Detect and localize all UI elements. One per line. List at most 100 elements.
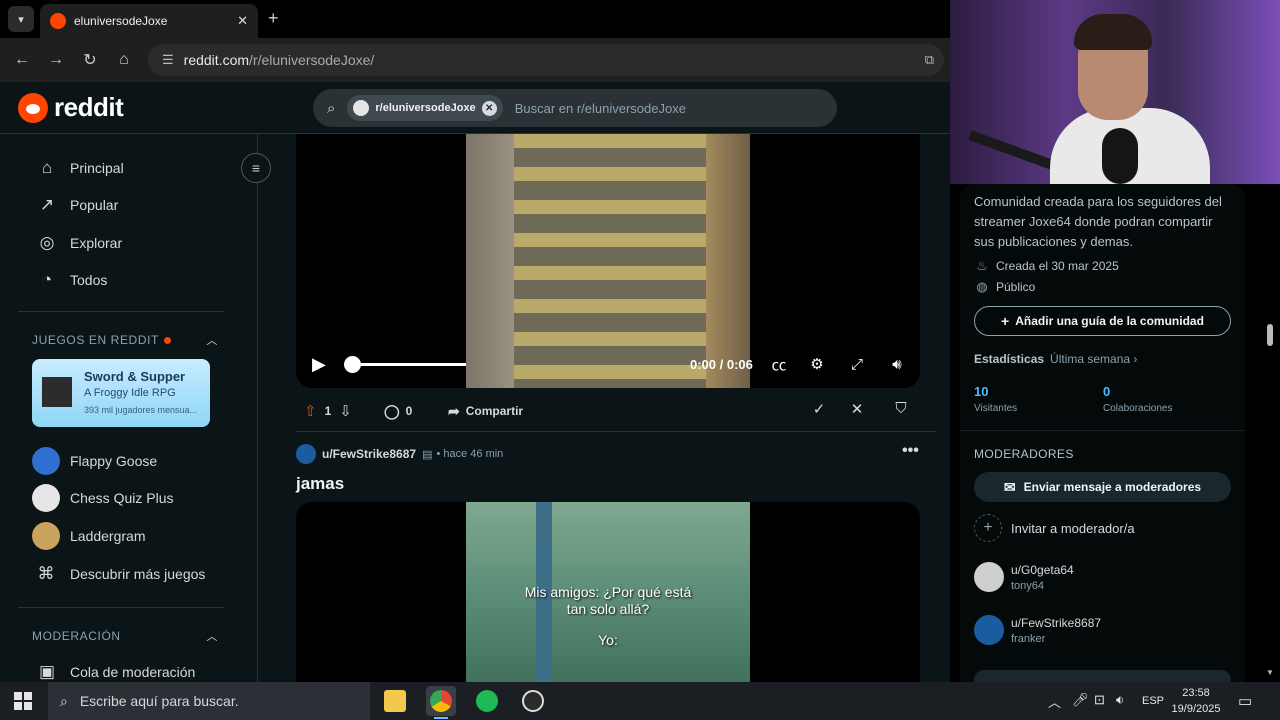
remove-x-icon[interactable]: ✕ <box>846 400 868 418</box>
notifications-icon[interactable]: ▭ <box>1238 692 1252 710</box>
featured-game-card[interactable]: Sword & Supper A Froggy Idle RPG 393 mil… <box>32 359 210 427</box>
settings-gear-icon[interactable]: ⚙ <box>806 355 828 373</box>
search-input[interactable]: Buscar en r/eluniversodeJoxe <box>515 101 686 116</box>
video-controls: ▶ 0:00 / 0:06 ㏄ ⚙ ⤢ 🔊︎ <box>296 346 920 382</box>
stat-visitors: 10 Visitantes <box>974 384 1018 414</box>
play-icon[interactable]: ▶ <box>312 354 326 375</box>
game-item-laddergram[interactable]: Laddergram <box>32 520 146 552</box>
video-progress-track[interactable] <box>346 363 466 366</box>
address-bar[interactable]: ☰ reddit.com/r/eluniversodeJoxe/ ⧉ <box>148 44 944 76</box>
moderator-item[interactable]: u/FewStrike8687 franker <box>974 613 1101 647</box>
explore-icon: ◎ <box>39 233 55 252</box>
upvote-icon[interactable]: ⇧ <box>304 402 317 420</box>
captions-icon[interactable]: ㏄ <box>768 354 790 375</box>
subreddit-chip: r/eluniversodeJoxe ✕ <box>347 95 503 121</box>
sidebar-item-explorar[interactable]: ◎ Explorar <box>18 225 224 261</box>
invite-moderator[interactable]: + Invitar a moderador/a <box>974 514 1135 542</box>
page-scrollbar[interactable]: ▼ <box>1264 184 1276 682</box>
home-icon: ⌂ <box>41 158 53 177</box>
more-options-icon[interactable]: ••• <box>902 442 919 460</box>
reddit-logo[interactable]: reddit <box>18 92 124 123</box>
popular-icon: ↗ <box>39 195 55 214</box>
moderation-section-header[interactable]: MODERACIÓN ︿ <box>32 629 217 643</box>
gamepad-icon: ⌘ <box>37 564 55 583</box>
post2-title[interactable]: jamas <box>296 474 344 494</box>
taskbar-clock[interactable]: 23:58 19/9/2025 <box>1168 685 1224 717</box>
moderator-item[interactable]: u/G0geta64 tony64 <box>974 560 1074 594</box>
stats-period-link[interactable]: Última semana › <box>1050 352 1137 366</box>
clear-chip-icon[interactable]: ✕ <box>481 100 497 116</box>
sidebar-item-principal[interactable]: ⌂ Principal <box>18 150 224 186</box>
reddit-header: reddit ⌕ r/eluniversodeJoxe ✕ Buscar en … <box>0 82 950 134</box>
left-sidebar: ⌂ Principal ↗ Popular ◎ Explorar ◔ Todos… <box>0 134 258 682</box>
moderators-header: MODERADORES <box>974 447 1074 461</box>
browser-tab-bar: ▾ eluniversodeJoxe ✕ + <box>0 0 950 38</box>
shield-icon[interactable]: ⛉ <box>890 400 912 417</box>
chevron-up-icon[interactable]: ︿ <box>206 628 218 644</box>
post1-video-player[interactable]: ▶ 0:00 / 0:06 ㏄ ⚙ ⤢ 🔊︎ <box>296 134 920 388</box>
downvote-icon[interactable]: ⇩ <box>339 402 352 420</box>
spotify-icon[interactable] <box>472 686 502 716</box>
discover-games-link[interactable]: ⌘ Descubrir más juegos <box>32 558 206 590</box>
sidebar-item-todos[interactable]: ◔ Todos <box>18 262 224 298</box>
scrollbar-thumb[interactable] <box>1267 324 1273 346</box>
video-subtitle-line: Mis amigos: ¿Por qué está <box>524 584 692 600</box>
sidebar-item-mod-queue[interactable]: ▣ Cola de moderación <box>18 654 224 682</box>
laddergram-icon <box>32 522 60 550</box>
collapse-sidebar-button[interactable]: ≡ <box>241 153 271 183</box>
author-avatar[interactable] <box>296 444 316 464</box>
mail-icon: ✉ <box>1003 478 1016 495</box>
microphone-icon[interactable]: 🎤︎ <box>1072 692 1089 708</box>
forward-icon[interactable]: → <box>44 48 68 72</box>
obs-icon[interactable] <box>518 686 548 716</box>
install-app-icon[interactable]: ⧉ <box>925 52 934 68</box>
message-mods-button[interactable]: ✉ Enviar mensaje a moderadores <box>974 472 1231 502</box>
taskbar-search[interactable]: ⌕ Escribe aquí para buscar. <box>48 682 370 720</box>
home-browser-icon[interactable]: ⌂ <box>112 48 136 72</box>
windows-start-icon[interactable] <box>14 692 32 710</box>
file-explorer-icon[interactable] <box>380 686 410 716</box>
video-scrubber-handle[interactable] <box>344 356 361 373</box>
chevron-up-icon[interactable]: ︿ <box>206 332 218 348</box>
game-item-chess-quiz[interactable]: Chess Quiz Plus <box>32 482 173 514</box>
plus-icon: + <box>1001 313 1010 329</box>
video-subtitle-line: tan solo allá? <box>566 601 650 617</box>
url-text: reddit.com/r/eluniversodeJoxe/ <box>183 52 375 68</box>
moderator-avatar <box>974 562 1004 592</box>
scroll-down-icon[interactable]: ▼ <box>1266 668 1274 677</box>
stat-contributions: 0 Colaboraciones <box>1103 384 1173 414</box>
volume-icon[interactable]: 🔊︎ <box>886 356 908 373</box>
site-info-icon[interactable]: ☰ <box>162 52 174 68</box>
search-bar[interactable]: ⌕ r/eluniversodeJoxe ✕ Buscar en r/eluni… <box>313 89 837 127</box>
post2-author[interactable]: u/FewStrike8687 <box>322 447 416 461</box>
game-thumbnail <box>42 377 72 407</box>
fullscreen-icon[interactable]: ⤢ <box>846 356 868 373</box>
reload-icon[interactable]: ↻ <box>78 48 102 72</box>
post-divider <box>296 431 936 432</box>
cake-icon: ♨ <box>976 258 988 273</box>
share-icon: ➦ <box>448 402 460 419</box>
new-tab-button[interactable]: + <box>268 8 279 29</box>
chevron-up-icon[interactable]: ︿ <box>1048 692 1061 711</box>
share-button[interactable]: ➦ Compartir <box>440 396 531 426</box>
chrome-icon[interactable] <box>426 686 456 719</box>
streamer-hair <box>1074 14 1152 50</box>
network-icon[interactable]: ⊡ <box>1094 692 1105 708</box>
tab-close-icon[interactable]: ✕ <box>237 13 248 29</box>
post2-video-player[interactable]: Mis amigos: ¿Por qué está tan solo allá?… <box>296 502 920 682</box>
browser-tab[interactable]: eluniversodeJoxe ✕ <box>40 4 258 38</box>
vote-count: 1 <box>324 404 332 418</box>
screen: ▾ eluniversodeJoxe ✕ + ← → ↻ ⌂ ☰ reddit.… <box>0 0 1280 720</box>
comments-button[interactable]: ◯ 0 <box>376 396 420 426</box>
new-indicator-dot <box>163 336 171 344</box>
sidebar-footer-button[interactable] <box>974 670 1231 682</box>
game-item-flappy-goose[interactable]: Flappy Goose <box>32 445 157 477</box>
language-indicator[interactable]: ESP <box>1142 695 1164 707</box>
add-community-guide-button[interactable]: + Añadir una guía de la comunidad <box>974 306 1231 336</box>
approve-check-icon[interactable]: ✓ <box>808 400 830 418</box>
back-icon[interactable]: ← <box>10 48 34 72</box>
sidebar-item-popular[interactable]: ↗ Popular <box>18 187 224 223</box>
games-section-header[interactable]: JUEGOS EN REDDIT ︿ <box>32 333 217 347</box>
tab-search-button[interactable]: ▾ <box>8 6 34 32</box>
volume-icon[interactable]: 🔉︎ <box>1116 692 1124 708</box>
